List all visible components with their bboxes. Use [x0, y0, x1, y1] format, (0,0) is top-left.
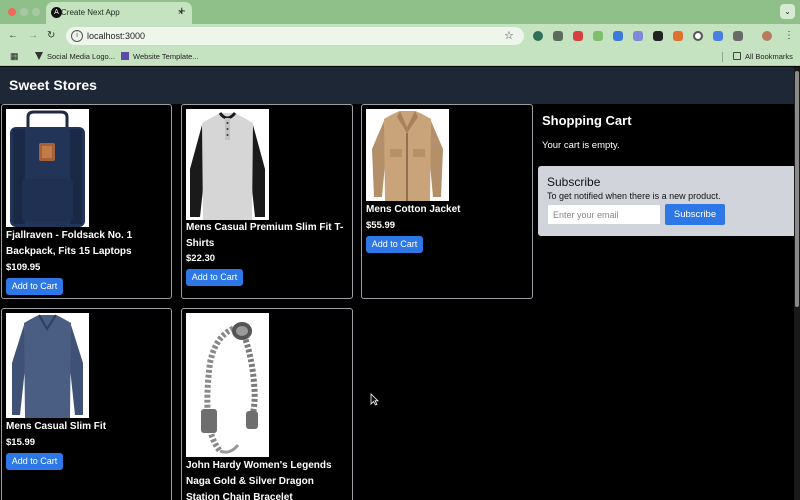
- product-image: [366, 109, 449, 201]
- mouse-pointer-icon: [370, 393, 379, 406]
- subscribe-panel: Subscribe To get notified when there is …: [538, 166, 794, 236]
- all-bookmarks-label: All Bookmarks: [745, 52, 793, 61]
- product-price: $55.99: [366, 220, 396, 231]
- product-price: $15.99: [6, 437, 36, 448]
- tshirt-image: [186, 109, 269, 220]
- jacket-image: [366, 109, 449, 201]
- bracelet-image: [186, 313, 269, 457]
- product-card: Mens Casual Slim Fit $15.99 Add to Cart: [1, 308, 172, 500]
- product-image: [186, 109, 269, 220]
- bookmark-favicon-icon: [121, 52, 129, 60]
- subscribe-title: Subscribe: [547, 175, 601, 189]
- bookmark-label: Social Media Logo...: [47, 52, 115, 61]
- address-bar[interactable]: i localhost:3000 ☆: [66, 27, 524, 45]
- apps-grid-icon[interactable]: ▦: [10, 51, 19, 62]
- product-image: [6, 109, 89, 227]
- folder-icon: [733, 52, 741, 60]
- all-bookmarks-button[interactable]: All Bookmarks: [733, 52, 793, 61]
- bookmark-divider: [722, 52, 723, 62]
- product-name-line: Mens Cotton Jacket: [366, 204, 461, 215]
- extension-icon[interactable]: [693, 31, 703, 41]
- product-name-line: Backpack, Fits 15 Laptops: [6, 246, 132, 257]
- forward-icon[interactable]: →: [28, 30, 38, 42]
- bookmark-social-media-logo[interactable]: Social Media Logo...: [35, 52, 115, 61]
- close-window-icon[interactable]: [8, 8, 16, 16]
- product-name-line: John Hardy Women's Legends: [186, 460, 332, 471]
- product-card: Fjallraven - Foldsack No. 1 Backpack, Fi…: [1, 104, 172, 299]
- url-text[interactable]: localhost:3000: [87, 31, 145, 41]
- backpack-image: [6, 109, 89, 227]
- tab-search-icon[interactable]: ⌄: [780, 4, 795, 19]
- extension-icon[interactable]: [673, 31, 683, 41]
- extension-icon[interactable]: [533, 31, 543, 41]
- page-scrollbar[interactable]: [794, 67, 800, 500]
- product-name-line: Shirts: [186, 238, 215, 249]
- subscribe-description: To get notified when there is a new prod…: [547, 191, 721, 201]
- product-image: [6, 313, 89, 418]
- extension-icon[interactable]: [633, 31, 643, 41]
- bookmark-favicon-icon: [35, 52, 43, 60]
- extension-icon[interactable]: [593, 31, 603, 41]
- email-input[interactable]: [547, 204, 661, 225]
- browser-tab-strip: A Create Next App × + ⌄: [0, 0, 800, 24]
- browser-tab[interactable]: A Create Next App ×: [46, 2, 192, 24]
- extension-icon[interactable]: [553, 31, 563, 41]
- bookmark-label: Website Template...: [133, 52, 199, 61]
- product-name: Fjallraven - Foldsack No. 1 Backpack, Fi…: [6, 228, 132, 260]
- browser-toolbar: ← → ↻ i localhost:3000 ☆ ⋮: [0, 24, 800, 48]
- product-name-line: Naga Gold & Silver Dragon: [186, 476, 314, 487]
- add-to-cart-button[interactable]: Add to Cart: [6, 453, 63, 470]
- back-icon[interactable]: ←: [8, 30, 18, 42]
- extension-icon[interactable]: [613, 31, 623, 41]
- product-name: Mens Cotton Jacket: [366, 202, 460, 218]
- site-title: Sweet Stores: [9, 77, 97, 93]
- product-price: $22.30: [186, 253, 216, 264]
- profile-avatar[interactable]: [762, 31, 772, 41]
- product-card: John Hardy Women's Legends Naga Gold & S…: [181, 308, 353, 500]
- cart-empty-message: Your cart is empty.: [542, 140, 620, 151]
- longsleeve-image: [6, 313, 89, 418]
- product-name: Mens Casual Slim Fit: [6, 419, 106, 435]
- product-name-line: Station Chain Bracelet: [186, 492, 293, 500]
- subscribe-button[interactable]: Subscribe: [665, 204, 725, 225]
- product-name-line: Mens Casual Slim Fit: [6, 421, 107, 432]
- scrollbar-thumb[interactable]: [795, 71, 799, 307]
- bookmark-website-template[interactable]: Website Template...: [121, 52, 199, 61]
- maximize-window-icon[interactable]: [32, 8, 40, 16]
- product-price: $109.95: [6, 262, 41, 273]
- reload-icon[interactable]: ↻: [47, 30, 55, 42]
- site-info-icon[interactable]: i: [71, 30, 83, 42]
- product-name: John Hardy Women's Legends Naga Gold & S…: [186, 458, 332, 500]
- minimize-window-icon[interactable]: [20, 8, 28, 16]
- add-to-cart-button[interactable]: Add to Cart: [366, 236, 423, 253]
- product-card: Mens Casual Premium Slim Fit T- Shirts $…: [181, 104, 353, 299]
- extension-icon[interactable]: [653, 31, 663, 41]
- shopping-cart-title: Shopping Cart: [542, 113, 632, 128]
- bookmark-star-icon[interactable]: ☆: [504, 29, 514, 42]
- tab-title: Create Next App: [61, 8, 120, 17]
- new-tab-icon[interactable]: +: [178, 4, 186, 18]
- add-to-cart-button[interactable]: Add to Cart: [6, 278, 63, 295]
- product-card: Mens Cotton Jacket $55.99 Add to Cart: [361, 104, 533, 299]
- extension-icon[interactable]: [573, 31, 583, 41]
- translate-icon[interactable]: [713, 31, 723, 41]
- product-name-line: Fjallraven - Foldsack No. 1: [6, 230, 133, 241]
- add-to-cart-button[interactable]: Add to Cart: [186, 269, 243, 286]
- browser-menu-icon[interactable]: ⋮: [784, 30, 794, 42]
- extensions-puzzle-icon[interactable]: [733, 31, 743, 41]
- product-name: Mens Casual Premium Slim Fit T- Shirts: [186, 220, 343, 252]
- web-page: Sweet Stores Fjallraven - Foldsack No. 1…: [0, 67, 794, 500]
- site-header: Sweet Stores: [0, 67, 794, 104]
- product-image: [186, 313, 269, 457]
- bookmarks-bar: ▦ Social Media Logo... Website Template.…: [0, 48, 800, 66]
- product-name-line: Mens Casual Premium Slim Fit T-: [186, 222, 344, 233]
